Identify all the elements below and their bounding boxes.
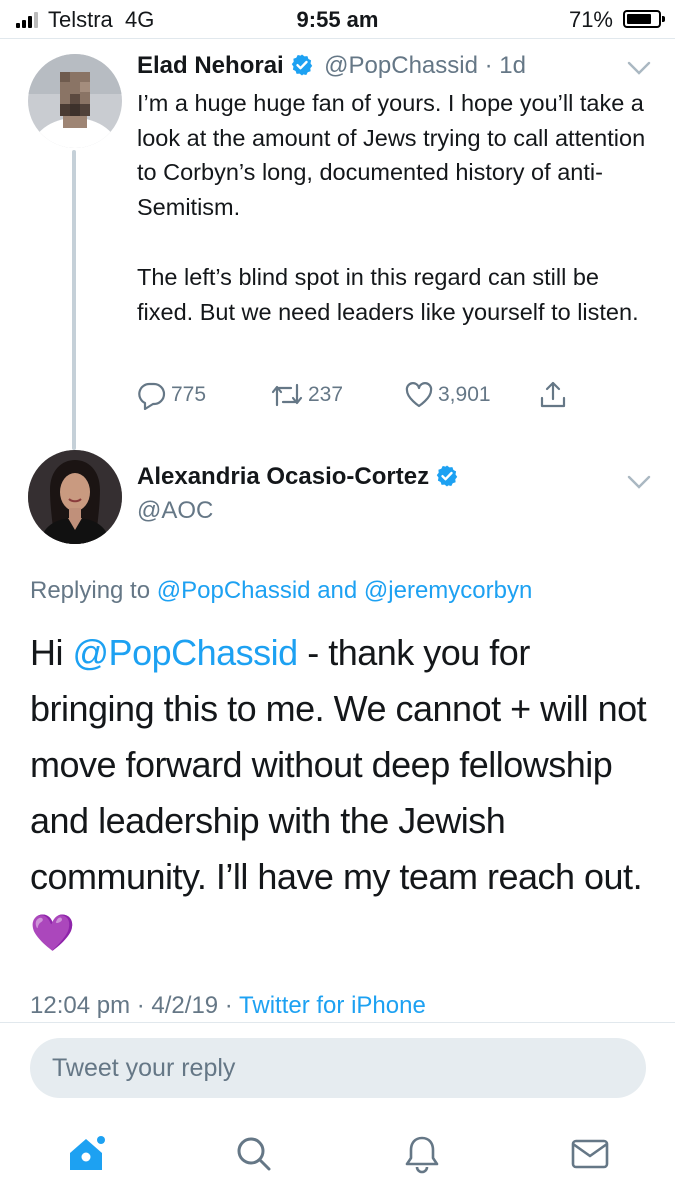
purple-heart-emoji: 💜 (30, 912, 75, 953)
tab-home[interactable] (62, 1130, 110, 1178)
mention-link[interactable]: @PopChassid (157, 577, 311, 604)
tweet-header: Alexandria Ocasio-Cortez (137, 463, 459, 491)
thread-connector (72, 150, 76, 450)
tweet-age: 1d (499, 52, 526, 79)
mention-link[interactable]: @jeremycorbyn (364, 577, 532, 604)
share-button[interactable] (538, 380, 568, 410)
tweet-body: I’m a huge huge fan of yours. I hope you… (137, 86, 647, 329)
reply-box (30, 1038, 646, 1098)
tweet-header: Elad Nehorai @PopChassid · 1d (137, 52, 526, 79)
author-name[interactable]: Elad Nehorai (137, 52, 284, 79)
like-count: 3,901 (438, 383, 491, 406)
tweet-body: Hi @PopChassid - thank you for bringing … (30, 632, 647, 953)
replying-to: Replying to @PopChassid and @jeremycorby… (30, 577, 533, 604)
status-bar: Telstra 4G 9:55 am 71% (0, 0, 675, 38)
tweet-meta: 12:04 pm · 4/2/19 · Twitter for iPhone (30, 992, 426, 1019)
reply-icon (138, 382, 166, 410)
share-icon (540, 381, 566, 408)
tweet-date: 4/2/19 (151, 992, 219, 1019)
like-button[interactable]: 3,901 (404, 380, 491, 410)
author-handle[interactable]: @AOC (137, 497, 213, 525)
tab-search[interactable] (230, 1130, 278, 1178)
reply-button[interactable]: 775 (137, 380, 206, 410)
notifications-icon (405, 1136, 439, 1174)
retweet-icon (271, 383, 303, 407)
avatar[interactable] (28, 450, 122, 544)
like-icon (405, 382, 433, 408)
retweet-button[interactable]: 237 (270, 380, 343, 410)
home-icon (70, 1136, 105, 1170)
chevron-down-icon[interactable] (627, 474, 651, 490)
reply-count: 775 (171, 383, 207, 406)
retweet-count: 237 (308, 383, 344, 406)
tweet-time: 12:04 pm (30, 992, 131, 1019)
divider (0, 1022, 675, 1023)
search-icon (237, 1137, 271, 1171)
battery-percentage: 71% (568, 7, 613, 32)
avatar[interactable] (28, 54, 122, 148)
tweet-paragraph: I’m a huge huge fan of yours. I hope you… (137, 90, 646, 221)
tab-notifications[interactable] (398, 1130, 446, 1178)
mention-link[interactable]: @PopChassid (73, 632, 299, 673)
author-name[interactable]: Alexandria Ocasio-Cortez (137, 463, 429, 490)
verified-icon (436, 465, 458, 487)
verified-icon (291, 54, 312, 76)
tweet-source[interactable]: Twitter for iPhone (239, 992, 426, 1019)
battery-icon (623, 10, 665, 28)
tweet-reply-input[interactable] (30, 1038, 646, 1098)
tweet-paragraph: The left’s blind spot in this regard can… (137, 263, 639, 325)
tab-messages[interactable] (566, 1130, 614, 1178)
author-handle[interactable]: @PopChassid (324, 52, 478, 79)
divider (0, 38, 675, 39)
chevron-down-icon[interactable] (627, 60, 651, 76)
messages-icon (571, 1139, 609, 1169)
